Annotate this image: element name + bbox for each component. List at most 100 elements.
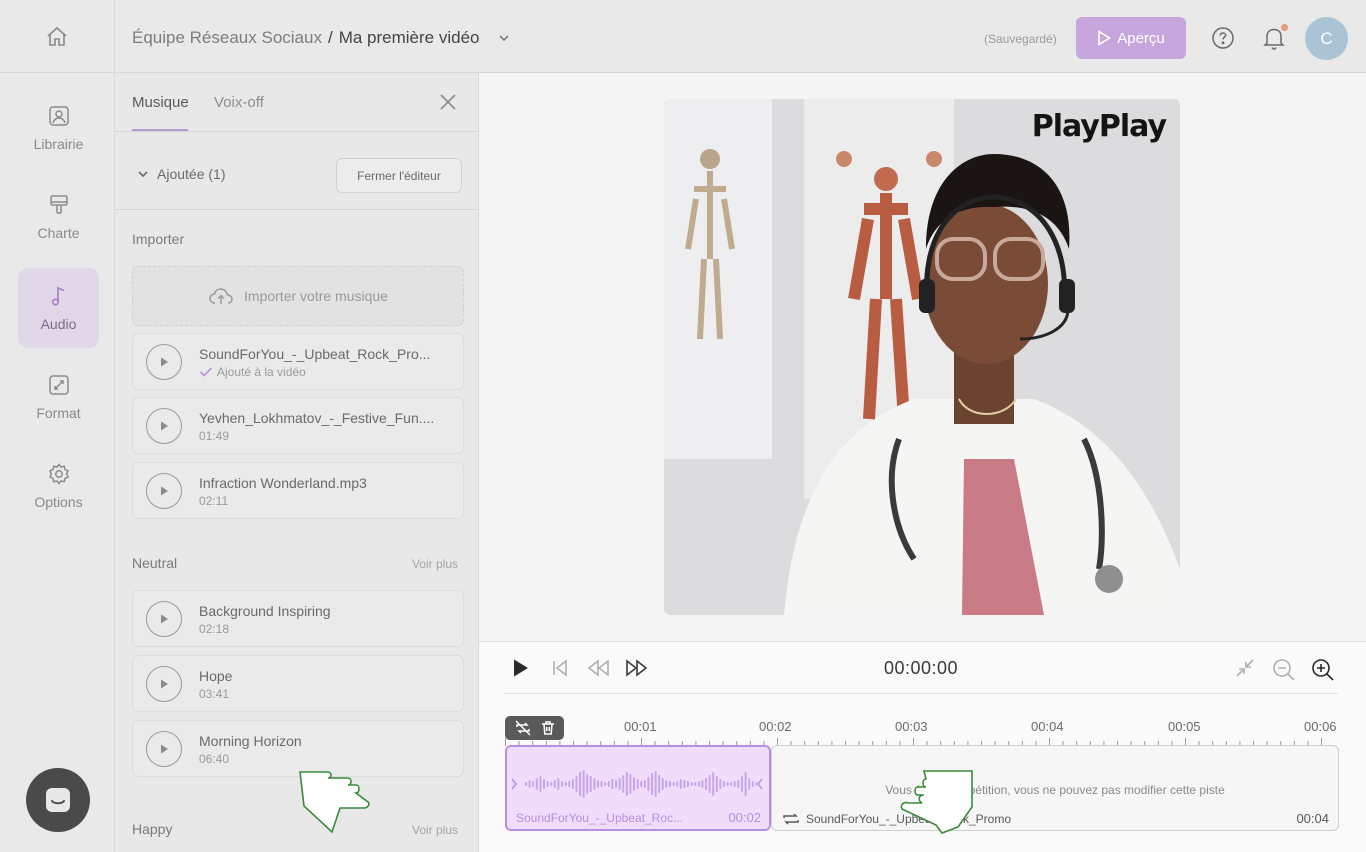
audio-clip-selected[interactable]: SoundForYou_-_Upbeat_Roc... 00:02 [505, 745, 771, 831]
audio-clip-loop[interactable]: Vous êtes en répétition, vous ne pouvez … [771, 745, 1339, 831]
top-bar: Équipe Réseaux Sociaux / Ma première vid… [0, 0, 1366, 73]
play-button[interactable] [146, 731, 182, 767]
breadcrumb-team[interactable]: Équipe Réseaux Sociaux [132, 28, 322, 48]
waveform-bar [737, 780, 740, 788]
play-button[interactable] [146, 666, 182, 702]
track-duration: 02:11 [199, 494, 229, 508]
added-row: Ajoutée (1) Fermer l'éditeur [115, 132, 478, 210]
trash-icon[interactable] [541, 720, 555, 736]
happy-section-title: Happy [132, 821, 173, 837]
clip-duration: 00:04 [1296, 811, 1329, 826]
clip-name: SoundForYou_-_Upbeat_Roc... [516, 811, 684, 825]
ruler-label: 00:01 [624, 719, 657, 734]
fast-forward-icon[interactable] [624, 658, 648, 678]
waveform-bar [597, 780, 599, 788]
waveform-bar [697, 781, 700, 787]
waveform-bar [676, 781, 679, 787]
play-icon[interactable] [512, 658, 530, 678]
voir-plus-link[interactable]: Voir plus [412, 823, 458, 837]
play-icon [161, 486, 168, 496]
nav-label-format: Format [36, 405, 81, 421]
track-item[interactable]: Yevhen_Lokhmatov_-_Festive_Fun.... 01:49 [132, 397, 464, 454]
nav-item-charte[interactable]: Charte [18, 177, 99, 257]
nav-item-librairie[interactable]: Librairie [18, 88, 99, 168]
waveform-bar [535, 778, 538, 790]
play-button[interactable] [146, 408, 182, 444]
chat-launcher[interactable] [26, 768, 90, 832]
chevron-down-icon[interactable] [497, 31, 511, 45]
chevron-down-icon [138, 171, 148, 178]
image-icon [48, 106, 69, 126]
waveform-bar [625, 772, 628, 796]
nav-item-audio[interactable]: Audio [18, 268, 99, 348]
voir-plus-link[interactable]: Voir plus [412, 557, 458, 571]
nav-item-format[interactable]: Format [18, 357, 99, 437]
waveform [511, 770, 763, 798]
track-name: Yevhen_Lokhmatov_-_Festive_Fun.... [199, 410, 435, 426]
skip-start-icon[interactable] [551, 658, 569, 678]
close-icon[interactable] [439, 93, 457, 111]
play-button[interactable] [146, 473, 182, 509]
waveform-bar [589, 776, 592, 792]
tab-voix-off[interactable]: Voix-off [214, 94, 264, 111]
current-time: 00:00:00 [884, 658, 959, 678]
loop-off-icon[interactable] [514, 720, 532, 736]
track-item[interactable]: SoundForYou_-_Upbeat_Rock_Pro... Ajouté … [132, 333, 464, 390]
waveform-bar [687, 781, 689, 787]
track-name: Infraction Wonderland.mp3 [199, 475, 367, 491]
waveform-bar [618, 778, 621, 790]
play-icon [161, 357, 168, 367]
waveform-bar [651, 773, 653, 795]
waveform-bar [546, 781, 549, 787]
play-button[interactable] [146, 344, 182, 380]
waveform-bar [701, 780, 704, 788]
play-button[interactable] [146, 601, 182, 637]
waveform-bar [607, 781, 610, 787]
nav-item-options[interactable]: Options [18, 446, 99, 526]
waveform-bar [604, 782, 607, 786]
waveform-bar [679, 779, 682, 789]
help-button[interactable] [1211, 26, 1235, 55]
close-editor-button[interactable]: Fermer l'éditeur [336, 158, 462, 193]
check-icon [199, 367, 213, 377]
added-count-label: Ajoutée (1) [157, 166, 226, 182]
waveform-bar [712, 772, 715, 796]
help-icon [1212, 27, 1234, 49]
nav-label-charte: Charte [37, 225, 80, 241]
zoom-in-icon[interactable] [1311, 658, 1335, 682]
waveform-bar [683, 780, 686, 788]
music-note-icon [51, 286, 64, 306]
video-preview[interactable]: PlayPlay [664, 99, 1180, 615]
waveform-bar [636, 779, 639, 789]
waveform-bar [575, 776, 578, 792]
home-button[interactable] [0, 0, 115, 73]
import-section-title: Importer [132, 231, 185, 247]
waveform-bar [532, 781, 535, 787]
track-item[interactable]: Background Inspiring 02:18 [132, 590, 464, 647]
play-icon [161, 679, 168, 689]
preview-button[interactable]: Aperçu [1076, 17, 1186, 59]
rewind-icon[interactable] [587, 658, 611, 678]
added-toggle[interactable]: Ajoutée (1) [137, 166, 225, 182]
nav-label-options: Options [34, 494, 83, 510]
breadcrumb-project[interactable]: Ma première vidéo [339, 28, 480, 48]
loop-icon [783, 813, 799, 825]
track-item[interactable]: Hope 03:41 [132, 655, 464, 712]
waveform-bar [690, 782, 693, 786]
hand-cursor-icon [299, 771, 370, 834]
tab-musique[interactable]: Musique [132, 94, 189, 111]
import-music-button[interactable]: Importer votre musique [132, 266, 464, 326]
waveform-bar [672, 782, 675, 786]
notifications-button[interactable] [1262, 24, 1288, 56]
avatar[interactable]: C [1305, 17, 1348, 60]
video-frame [664, 99, 1180, 615]
collapse-icon[interactable] [1235, 658, 1255, 678]
zoom-out-icon[interactable] [1272, 658, 1296, 682]
waveform-bar [571, 779, 574, 789]
waveform-bar [593, 778, 596, 790]
waveform-bar [564, 782, 567, 786]
track-item[interactable]: Infraction Wonderland.mp3 02:11 [132, 462, 464, 519]
play-icon [161, 614, 168, 624]
notification-dot [1281, 24, 1288, 31]
waveform-bar [633, 777, 635, 791]
